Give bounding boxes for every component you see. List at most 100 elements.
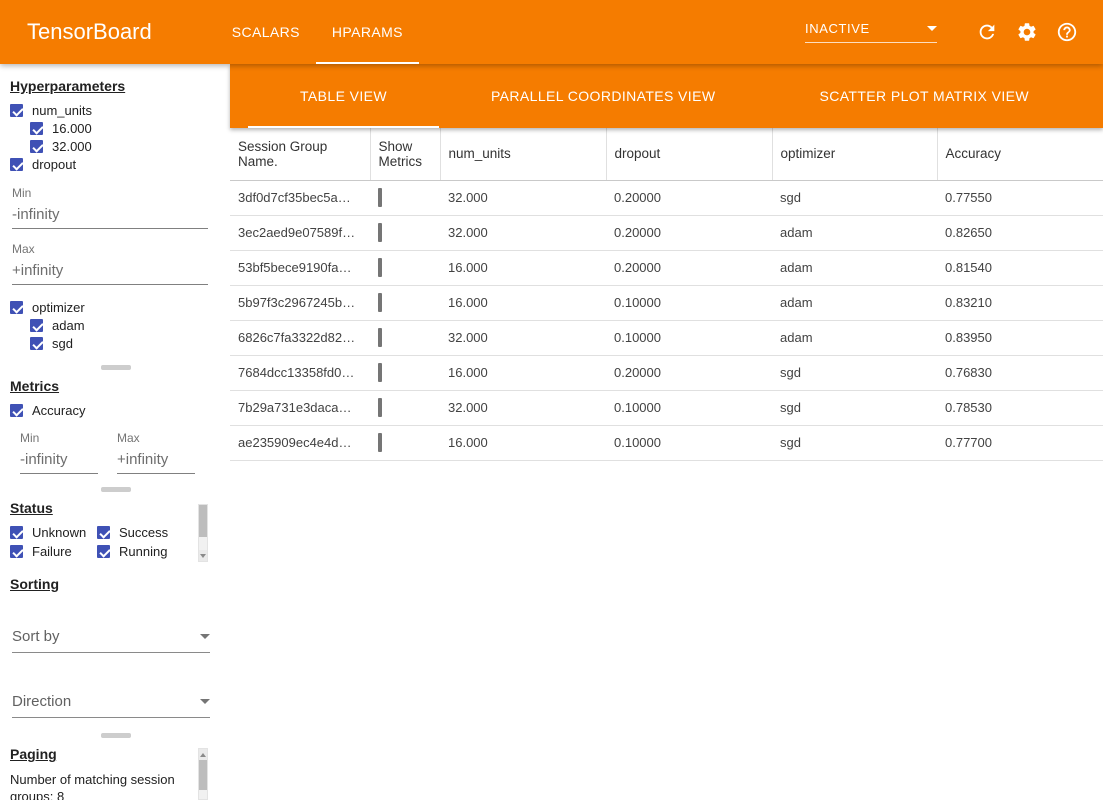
dropout-max-input[interactable] xyxy=(12,261,208,285)
table-row: 3df0d7cf35bec5a… 32.000 0.20000 sgd 0.77… xyxy=(230,180,1103,215)
view-tabs: TABLE VIEW PARALLEL COORDINATES VIEW SCA… xyxy=(230,64,1103,128)
table-row: 53bf5bece9190fa… 16.000 0.20000 adam 0.8… xyxy=(230,250,1103,285)
dropout-min-input[interactable] xyxy=(12,205,208,229)
show-metrics-checkbox[interactable] xyxy=(378,328,382,347)
tab-scatter-plot-matrix-view[interactable]: SCATTER PLOT MATRIX VIEW xyxy=(767,64,1081,128)
col-header-session-group-name[interactable]: Session Group Name. xyxy=(230,128,370,180)
col-header-optimizer[interactable]: optimizer xyxy=(772,128,937,180)
paging-scrollbar[interactable] xyxy=(198,748,208,800)
num-units-value: 16.000 xyxy=(440,425,606,460)
refresh-button[interactable] xyxy=(975,20,999,44)
metric-min-field: Min xyxy=(20,431,98,474)
show-metrics-checkbox[interactable] xyxy=(378,398,382,417)
scroll-up-button[interactable] xyxy=(199,749,207,760)
show-metrics-cell xyxy=(370,425,440,460)
status-running-checkbox[interactable] xyxy=(97,545,110,558)
section-resize-handle[interactable] xyxy=(101,487,131,492)
col-header-accuracy[interactable]: Accuracy xyxy=(937,128,1103,180)
optimizer-label[interactable]: optimizer xyxy=(32,300,85,315)
num-units-label[interactable]: num_units xyxy=(32,103,92,118)
num-units-value: 32.000 xyxy=(440,390,606,425)
tab-parallel-coordinates-view[interactable]: PARALLEL COORDINATES VIEW xyxy=(439,64,767,128)
show-metrics-checkbox[interactable] xyxy=(378,363,382,382)
show-metrics-checkbox[interactable] xyxy=(378,258,382,277)
show-metrics-checkbox[interactable] xyxy=(378,293,382,312)
col-header-show-metrics[interactable]: Show Metrics xyxy=(370,128,440,180)
show-metrics-checkbox[interactable] xyxy=(378,433,382,452)
direction-dropdown[interactable]: Direction xyxy=(12,693,210,718)
dropout-label[interactable]: dropout xyxy=(32,157,76,172)
sort-by-value: Sort by xyxy=(12,628,60,645)
show-metrics-checkbox[interactable] xyxy=(378,223,382,242)
reload-mode-select[interactable]: INACTIVE xyxy=(805,21,937,43)
session-group-name: ae235909ec4e4d… xyxy=(230,425,370,460)
optimizer-checkbox[interactable] xyxy=(10,301,23,314)
scrollbar-thumb[interactable] xyxy=(199,505,207,537)
max-label: Max xyxy=(117,431,195,445)
status-scrollbar[interactable] xyxy=(198,504,208,562)
hparam-row: dropout xyxy=(10,155,222,173)
col-header-dropout[interactable]: dropout xyxy=(606,128,772,180)
tab-hparams[interactable]: HPARAMS xyxy=(316,0,419,64)
metrics-section: Metrics Accuracy Min Max xyxy=(10,378,222,474)
section-resize-handle[interactable] xyxy=(101,365,131,370)
num-units-checkbox[interactable] xyxy=(10,104,23,117)
optimizer-sgd-label[interactable]: sgd xyxy=(52,336,73,351)
optimizer-value: adam xyxy=(772,215,937,250)
chevron-down-icon xyxy=(200,634,210,639)
accuracy-label[interactable]: Accuracy xyxy=(32,403,85,418)
optimizer-value: sgd xyxy=(772,355,937,390)
hyperparameters-title: Hyperparameters xyxy=(10,78,222,94)
scrollbar-thumb[interactable] xyxy=(199,760,207,790)
scroll-down-button[interactable] xyxy=(199,550,207,561)
num-units-16-checkbox[interactable] xyxy=(30,122,43,135)
tab-scalars[interactable]: SCALARS xyxy=(216,0,316,64)
hparams-main-view: TABLE VIEW PARALLEL COORDINATES VIEW SCA… xyxy=(230,64,1103,800)
status-success-label[interactable]: Success xyxy=(119,525,168,540)
status-row: Unknown xyxy=(10,523,97,541)
optimizer-adam-checkbox[interactable] xyxy=(30,319,43,332)
status-success-checkbox[interactable] xyxy=(97,526,110,539)
sorting-title: Sorting xyxy=(10,576,222,592)
accuracy-value: 0.78530 xyxy=(937,390,1103,425)
num-units-value: 16.000 xyxy=(440,355,606,390)
accuracy-value: 0.83210 xyxy=(937,285,1103,320)
optimizer-adam-label[interactable]: adam xyxy=(52,318,85,333)
num-units-32-checkbox[interactable] xyxy=(30,140,43,153)
status-unknown-label[interactable]: Unknown xyxy=(32,525,86,540)
session-group-name: 53bf5bece9190fa… xyxy=(230,250,370,285)
session-group-name: 3df0d7cf35bec5a… xyxy=(230,180,370,215)
paging-title: Paging xyxy=(10,746,222,762)
hparam-value-row: adam xyxy=(30,316,222,334)
sort-by-dropdown[interactable]: Sort by xyxy=(12,628,210,653)
metric-max-input[interactable] xyxy=(117,450,195,474)
optimizer-sgd-checkbox[interactable] xyxy=(30,337,43,350)
status-unknown-checkbox[interactable] xyxy=(10,526,23,539)
section-resize-handle[interactable] xyxy=(101,733,131,738)
show-metrics-cell xyxy=(370,180,440,215)
top-app-bar: TensorBoard SCALARS HPARAMS INACTIVE xyxy=(0,0,1103,64)
status-failure-checkbox[interactable] xyxy=(10,545,23,558)
accuracy-value: 0.81540 xyxy=(937,250,1103,285)
dropout-value: 0.10000 xyxy=(606,320,772,355)
num-units-16-label[interactable]: 16.000 xyxy=(52,121,92,136)
help-button[interactable] xyxy=(1055,20,1079,44)
dropout-checkbox[interactable] xyxy=(10,158,23,171)
sorting-section: Sorting Sort by Direction xyxy=(10,576,222,718)
paging-section: Paging Number of matching session groups… xyxy=(10,746,222,800)
tab-table-view[interactable]: TABLE VIEW xyxy=(248,64,439,128)
hparam-row: optimizer xyxy=(10,298,222,316)
table-row: 7b29a731e3daca… 32.000 0.10000 sgd 0.785… xyxy=(230,390,1103,425)
metric-min-input[interactable] xyxy=(20,450,98,474)
num-units-32-label[interactable]: 32.000 xyxy=(52,139,92,154)
direction-value: Direction xyxy=(12,693,71,710)
settings-button[interactable] xyxy=(1015,20,1039,44)
col-header-num-units[interactable]: num_units xyxy=(440,128,606,180)
status-title: Status xyxy=(10,500,222,516)
show-metrics-checkbox[interactable] xyxy=(378,188,382,207)
accuracy-checkbox[interactable] xyxy=(10,404,23,417)
status-failure-label[interactable]: Failure xyxy=(32,544,72,559)
app-title: TensorBoard xyxy=(27,19,152,45)
status-running-label[interactable]: Running xyxy=(119,544,167,559)
arrow-up-icon xyxy=(200,753,206,757)
